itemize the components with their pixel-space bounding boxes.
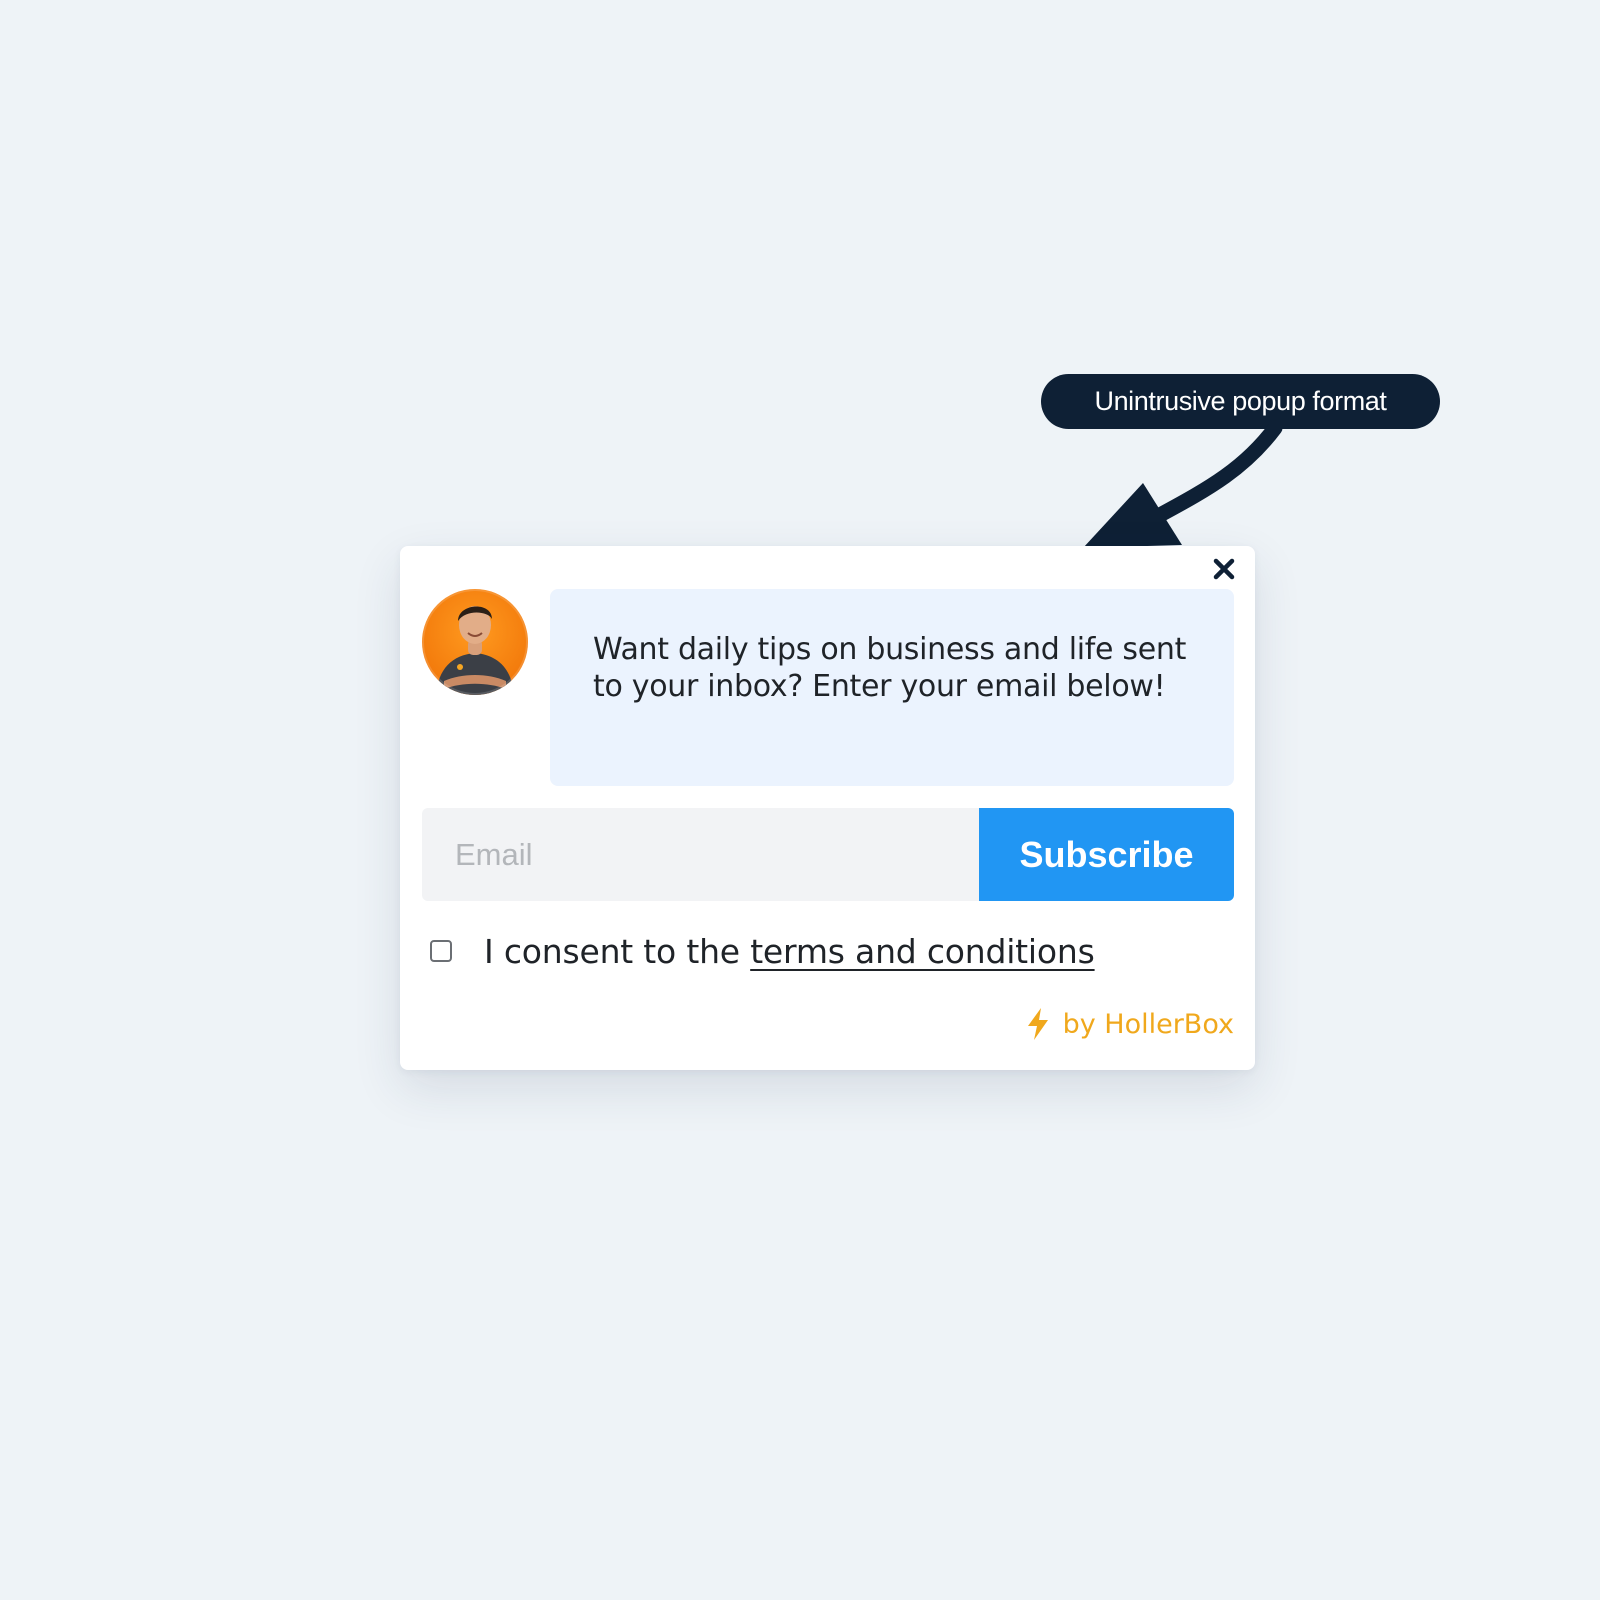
close-button[interactable] <box>1209 554 1239 584</box>
subscribe-form: Subscribe <box>422 808 1234 901</box>
powered-by-label: by HollerBox <box>1062 1008 1234 1040</box>
annotation-callout-label: Unintrusive popup format <box>1094 386 1387 416</box>
subscribe-button[interactable]: Subscribe <box>979 808 1234 901</box>
consent-row: I consent to the terms and conditions <box>430 929 1095 973</box>
lightning-bolt-icon <box>1027 1008 1048 1040</box>
consent-label-prefix: I consent to the <box>484 931 751 971</box>
subscribe-popup: Want daily tips on business and life sen… <box>400 546 1255 1070</box>
avatar-person-icon <box>422 589 528 695</box>
annotation-callout: Unintrusive popup format <box>1041 374 1440 429</box>
avatar <box>422 589 528 695</box>
close-icon <box>1213 558 1235 580</box>
message-bubble: Want daily tips on business and life sen… <box>550 589 1234 786</box>
email-field[interactable] <box>422 808 979 901</box>
terms-and-conditions-link[interactable]: terms and conditions <box>750 932 1095 971</box>
consent-checkbox[interactable] <box>430 940 452 962</box>
powered-by-hollerbox-link[interactable]: by HollerBox <box>1025 1004 1234 1044</box>
consent-label: I consent to the terms and conditions <box>484 932 1095 971</box>
message-text: Want daily tips on business and life sen… <box>593 632 1187 704</box>
page-canvas: Unintrusive popup format Want daily tips… <box>0 0 1600 1600</box>
